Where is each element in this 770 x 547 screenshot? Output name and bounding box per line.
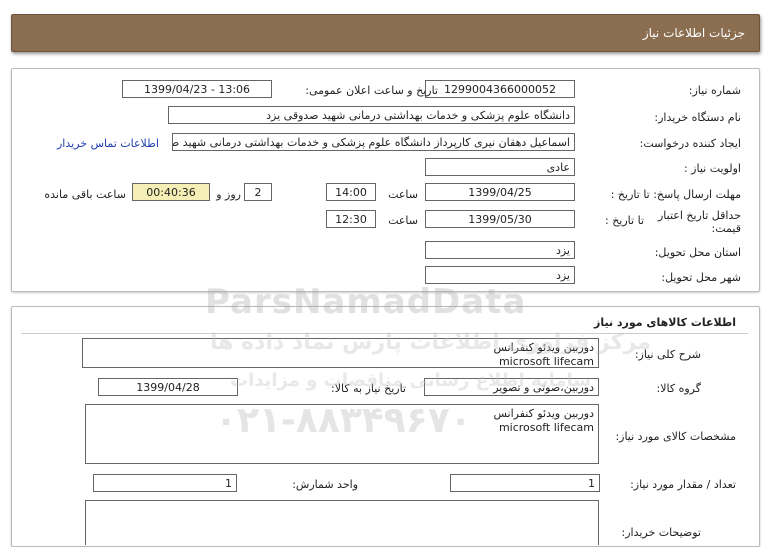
creator-label: ایجاد کننده درخواست: — [639, 137, 741, 150]
buyer-label: نام دستگاه خریدار: — [654, 111, 741, 124]
description-line-1: دوربین ویدئو کنفرانس — [493, 341, 595, 354]
buyer-contact-link[interactable]: اطلاعات تماس خریدار — [57, 137, 159, 150]
remaining-time-field: 00:40:36 — [132, 183, 210, 201]
creator-field: اسماعیل دهقان نیری کارپرداز دانشگاه علوم… — [172, 133, 575, 151]
buyer-notes-field — [85, 500, 599, 545]
province-label: استان محل تحویل: — [654, 246, 741, 259]
city-label: شهر محل تحویل: — [661, 271, 741, 284]
page-header: جزئیات اطلاعات نیاز — [11, 14, 760, 52]
deadline-time-field: 14:00 — [326, 183, 376, 201]
days-label: روز و — [216, 188, 241, 201]
city-field: یزد — [425, 266, 575, 284]
specifications-line-1: دوربین ویدئو کنفرانس — [493, 407, 595, 420]
goods-group-field: دوربین،صوتی و تصویر — [424, 378, 599, 396]
validity-label: حداقل تاریخ اعتبار قیمت: — [657, 209, 741, 235]
specifications-label: مشخصات کالای مورد نیاز: — [615, 430, 736, 443]
description-line-2: microsoft lifecam — [498, 355, 594, 368]
buyer-field: دانشگاه علوم پزشکی و خدمات بهداشتی درمان… — [168, 106, 575, 124]
description-field: دوربین ویدئو کنفرانس microsoft lifecam — [82, 338, 599, 368]
goods-section-divider — [21, 333, 748, 334]
need-date-field: 1399/04/28 — [98, 378, 238, 396]
need-number-field: 1299004366000052 — [425, 80, 575, 98]
province-field: یزد — [425, 241, 575, 259]
need-number-label: شماره نیاز: — [688, 84, 741, 97]
deadline-date-field: 1399/04/25 — [425, 183, 575, 201]
announce-field: 1399/04/23 - 13:06 — [122, 80, 272, 98]
deadline-time-label: ساعت — [388, 188, 418, 201]
need-date-label: تاریخ نیاز به کالا: — [331, 382, 406, 395]
unit-field: 1 — [93, 474, 237, 492]
priority-field: عادی — [425, 158, 575, 176]
announce-label: تاریخ و ساعت اعلان عمومی: — [305, 84, 438, 97]
validity-time-field: 12:30 — [326, 210, 376, 228]
unit-label: واحد شمارش: — [292, 478, 358, 491]
quantity-label: تعداد / مقدار مورد نیاز: — [630, 478, 736, 491]
specifications-line-2: microsoft lifecam — [498, 421, 594, 434]
remaining-label: ساعت باقی مانده — [44, 188, 126, 201]
description-label: شرح کلی نیاز: — [634, 348, 701, 361]
page-title: جزئیات اطلاعات نیاز — [642, 26, 745, 40]
validity-date-field: 1399/05/30 — [425, 210, 575, 228]
validity-time-label: ساعت — [388, 214, 418, 227]
specifications-field: دوربین ویدئو کنفرانس microsoft lifecam — [85, 404, 599, 464]
goods-section-title: اطلاعات کالاهای مورد نیاز — [594, 316, 736, 329]
need-info-panel — [11, 68, 760, 292]
validity-to-label: تا تاریخ : — [605, 214, 644, 227]
buyer-notes-label: توضیحات خریدار: — [621, 526, 702, 539]
priority-label: اولویت نیاز : — [683, 162, 741, 175]
deadline-label: مهلت ارسال پاسخ: تا تاریخ : — [610, 188, 741, 201]
goods-group-label: گروه کالا: — [656, 382, 701, 395]
days-field: 2 — [244, 183, 272, 201]
quantity-field: 1 — [450, 474, 600, 492]
